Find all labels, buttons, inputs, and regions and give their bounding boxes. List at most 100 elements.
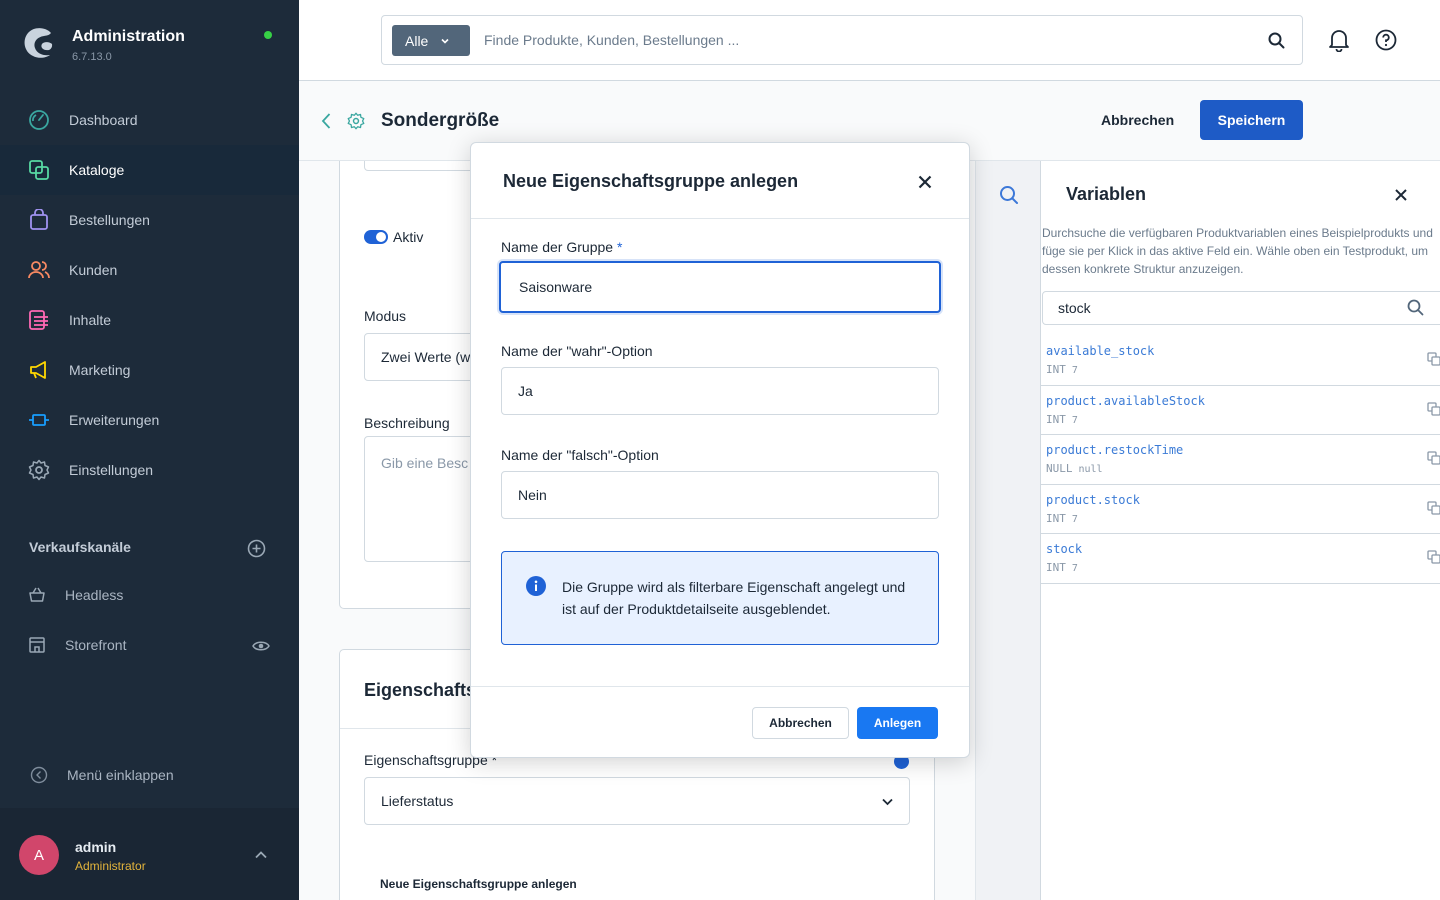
search-icon[interactable]	[1407, 299, 1424, 316]
topbar: Alle Finde Produkte, Kunden, Bestellunge…	[299, 0, 1440, 81]
false-option-label: Name der "falsch"-Option	[501, 447, 659, 463]
variables-title: Variablen	[1066, 184, 1147, 204]
content-icon	[28, 309, 50, 331]
sales-channel-storefront[interactable]: Storefront	[28, 635, 126, 655]
false-option-input[interactable]: Nein	[501, 471, 939, 519]
cancel-button[interactable]: Abbrechen	[1085, 100, 1190, 140]
settings-icon	[28, 459, 50, 481]
variable-name: product.restockTime	[1046, 443, 1184, 458]
sidebar-item-label: Dashboard	[69, 112, 138, 128]
new-property-group-link[interactable]: Neue Eigenschaftsgruppe anlegen	[380, 877, 577, 891]
group-name-label: Name der Gruppe *	[501, 239, 623, 255]
bell-icon[interactable]	[1328, 28, 1350, 52]
group-name-input[interactable]: Saisonware	[499, 261, 941, 313]
copy-icon[interactable]	[1427, 352, 1440, 366]
search-icon[interactable]	[1268, 32, 1285, 49]
info-alert: Die Gruppe wird als filterbare Eigenscha…	[501, 551, 939, 645]
sidebar-item-label: Marketing	[69, 362, 131, 378]
active-label: Aktiv	[393, 229, 424, 245]
info-icon	[526, 576, 546, 596]
search-icon[interactable]	[999, 185, 1019, 205]
brand-version: 6.7.13.0	[72, 51, 112, 63]
save-button[interactable]: Speichern	[1200, 100, 1303, 140]
chevron-up-icon[interactable]	[254, 848, 268, 862]
sidebar-item-bestellungen[interactable]: Bestellungen	[0, 195, 299, 245]
sidebar-toggle-column	[975, 161, 1040, 900]
brand-title: Administration	[72, 28, 185, 45]
close-icon[interactable]	[1394, 188, 1408, 202]
copy-icon[interactable]	[1427, 401, 1440, 416]
search-type-label: Alle	[405, 32, 429, 49]
eye-icon[interactable]	[252, 638, 270, 654]
marketing-icon	[28, 359, 50, 381]
property-group-select[interactable]: Lieferstatus	[364, 777, 910, 825]
modal-cancel-button[interactable]: Abbrechen	[752, 707, 849, 739]
info-alert-text: Die Gruppe wird als filterbare Eigenscha…	[562, 579, 906, 617]
variable-type: INT 7	[1046, 511, 1078, 525]
sales-channel-headless[interactable]: Headless	[28, 585, 123, 605]
dashboard-icon	[28, 109, 50, 131]
collapse-icon	[30, 766, 48, 784]
list-item[interactable]: product.restockTime NULL null	[1041, 435, 1440, 485]
true-option-input[interactable]: Ja	[501, 367, 939, 415]
shopware-logo-icon	[24, 28, 53, 58]
user-name: admin	[75, 839, 117, 855]
sidebar-item-inhalte[interactable]: Inhalte	[0, 295, 299, 345]
sidebar-item-einstellungen[interactable]: Einstellungen	[0, 445, 299, 495]
search-input[interactable]: Finde Produkte, Kunden, Bestellungen ...	[484, 32, 739, 48]
list-item[interactable]: available_stock INT 7	[1041, 336, 1440, 386]
chevron-down-icon	[441, 38, 449, 44]
modal-title: Neue Eigenschaftsgruppe anlegen	[503, 171, 799, 191]
variable-type: INT 7	[1046, 561, 1078, 575]
variable-name: product.availableStock	[1046, 393, 1205, 408]
sidebar-item-label: Erweiterungen	[69, 412, 160, 428]
avatar: A	[19, 835, 59, 875]
copy-icon[interactable]	[1427, 501, 1440, 515]
list-item[interactable]: stock INT 7	[1041, 534, 1440, 584]
basket-icon	[28, 586, 46, 604]
settings-icon	[347, 112, 365, 130]
create-property-group-modal: Neue Eigenschaftsgruppe anlegen Name der…	[470, 142, 970, 758]
sidebar-item-label: Kataloge	[69, 162, 125, 178]
sidebar-item-erweiterungen[interactable]: Erweiterungen	[0, 395, 299, 445]
create-button[interactable]: Anlegen	[857, 707, 938, 739]
storefront-icon	[28, 636, 46, 654]
variables-panel: Variablen Durchsuche die verfügbaren Pro…	[1040, 161, 1440, 900]
close-icon[interactable]	[917, 174, 933, 190]
list-item[interactable]: product.stock INT 7	[1041, 485, 1440, 535]
help-icon[interactable]	[1375, 29, 1397, 51]
description-label: Beschreibung	[364, 415, 450, 431]
orders-icon	[28, 209, 50, 231]
true-option-label: Name der "wahr"-Option	[501, 343, 653, 359]
modal-footer: Abbrechen Anlegen	[471, 686, 969, 758]
collapse-menu-button[interactable]: Menü einklappen	[30, 766, 174, 784]
sidebar-item-kataloge[interactable]: Kataloge	[0, 145, 299, 195]
copy-icon[interactable]	[1427, 451, 1440, 465]
property-group-value: Lieferstatus	[381, 793, 454, 809]
sales-channels-title: Verkaufskanäle	[29, 539, 131, 555]
sidebar-item-label: Inhalte	[69, 312, 112, 328]
user-role: Administrator	[75, 859, 146, 873]
variables-search-input[interactable]: stock	[1042, 291, 1440, 325]
sidebar: Administration 6.7.13.0 Dashboard Katalo…	[0, 0, 299, 900]
sidebar-item-label: Kunden	[69, 262, 118, 278]
global-search[interactable]: Alle Finde Produkte, Kunden, Bestellunge…	[381, 15, 1303, 65]
active-toggle[interactable]	[364, 230, 388, 244]
sidebar-item-kunden[interactable]: Kunden	[0, 245, 299, 295]
variable-name: available_stock	[1046, 344, 1155, 358]
back-arrow-icon[interactable]	[320, 112, 332, 130]
sidebar-item-marketing[interactable]: Marketing	[0, 345, 299, 395]
sidebar-item-label: Bestellungen	[69, 212, 150, 228]
add-circle-icon[interactable]	[247, 539, 266, 558]
status-dot	[264, 31, 272, 39]
sidebar-item-dashboard[interactable]: Dashboard	[0, 95, 299, 145]
list-item[interactable]: product.availableStock INT 7	[1041, 386, 1440, 436]
customers-icon	[28, 259, 50, 281]
user-menu[interactable]: A admin Administrator	[0, 808, 299, 900]
search-type-select[interactable]: Alle	[392, 25, 470, 56]
copy-icon[interactable]	[1427, 550, 1440, 565]
variable-type: NULL null	[1046, 462, 1103, 476]
sales-channel-label: Headless	[65, 587, 124, 603]
modal-header: Neue Eigenschaftsgruppe anlegen	[471, 143, 969, 219]
chevron-down-icon	[882, 798, 893, 806]
